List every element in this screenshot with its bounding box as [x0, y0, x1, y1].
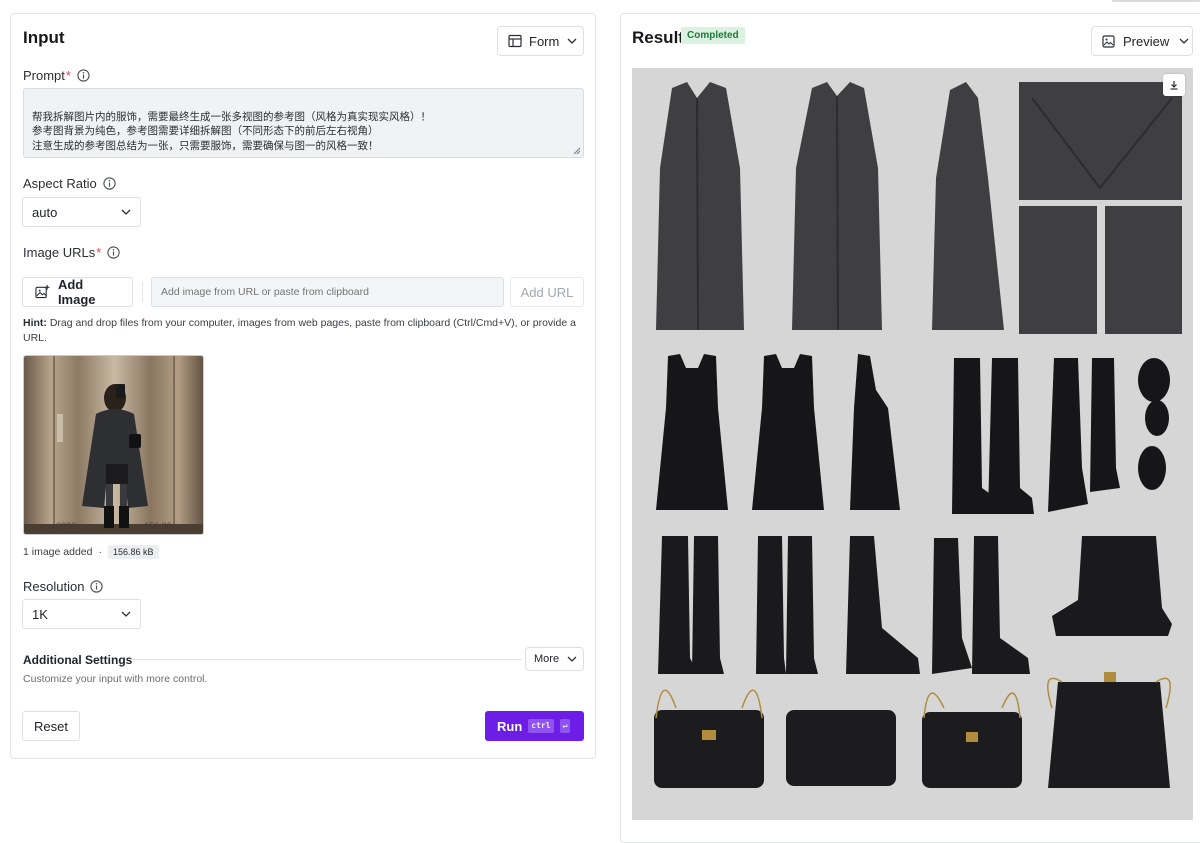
image-hint: Hint: Drag and drop files from your comp… [23, 316, 589, 346]
thumbnail-dimensions: ...x2880 [44, 521, 77, 531]
image-urls-label-row: Image URLs * [23, 245, 120, 260]
additional-settings-title: Additional Settings [23, 653, 133, 667]
reset-label: Reset [34, 718, 68, 734]
prompt-label-row: Prompt * [23, 68, 90, 83]
result-title: Result [632, 28, 684, 47]
image-urls-label: Image URLs [23, 245, 96, 260]
run-button[interactable]: Run ctrl ↵ [485, 711, 584, 741]
separator-dot: · [98, 546, 102, 558]
more-label: More [534, 653, 560, 665]
enter-key-icon: ↵ [559, 719, 571, 733]
status-badge: Completed [681, 27, 745, 44]
info-icon[interactable] [77, 69, 90, 82]
prompt-textarea[interactable]: 帮我拆解图片内的服饰，需要最终生成一张多视图的参考图（风格为真实现实风格）！ 参… [23, 88, 584, 158]
download-button[interactable] [1163, 74, 1185, 96]
aspect-ratio-value: auto [32, 204, 58, 220]
prompt-label: Prompt [23, 68, 65, 83]
add-url-label: Add URL [520, 284, 574, 300]
images-added-count: 1 image added [23, 546, 93, 558]
hint-label: Hint: [23, 317, 47, 329]
resolution-value: 1K [32, 606, 48, 622]
aspect-ratio-label-row: Aspect Ratio [23, 176, 116, 191]
info-icon[interactable] [103, 177, 116, 190]
more-settings-button[interactable]: More [525, 647, 584, 671]
divider [142, 282, 143, 302]
run-label: Run [497, 718, 523, 734]
reset-button[interactable]: Reset [22, 711, 80, 741]
preview-view-label: Preview [1123, 33, 1170, 49]
image-preview-icon [1102, 34, 1115, 48]
divider [129, 659, 522, 660]
add-image-label: Add Image [57, 277, 96, 307]
info-icon[interactable] [90, 580, 104, 593]
aspect-ratio-label: Aspect Ratio [23, 176, 97, 191]
download-icon [1170, 81, 1178, 90]
resolution-select[interactable]: 1K [22, 599, 141, 629]
chevron-down-icon [121, 209, 131, 215]
prompt-text: 帮我拆解图片内的服饰，需要最终生成一张多视图的参考图（风格为真实现实风格）！ 参… [32, 110, 431, 152]
form-view-label: Form [529, 33, 560, 49]
additional-settings-subtitle: Customize your input with more control. [23, 673, 208, 685]
aspect-ratio-select[interactable]: auto [22, 197, 141, 227]
chevron-down-icon [567, 38, 577, 44]
chevron-down-icon [1179, 38, 1189, 44]
total-size-badge: 156.86 kB [107, 545, 159, 559]
input-panel: Input Form Prompt * 帮我拆解图片内的服饰，需要最终生成一张多视… [10, 13, 596, 759]
image-add-icon [35, 284, 50, 299]
result-image-preview[interactable] [632, 68, 1193, 820]
image-url-input[interactable] [151, 277, 504, 307]
hint-text: Drag and drop files from your computer, … [23, 317, 576, 344]
add-url-button[interactable]: Add URL [510, 277, 584, 307]
add-image-button[interactable]: Add Image [22, 277, 133, 307]
required-mark: * [65, 68, 71, 83]
resolution-label: Resolution [23, 579, 85, 594]
generated-reference-sheet-image [632, 68, 1193, 820]
thumbnail-size: 156.86 [144, 521, 172, 531]
uploaded-image-thumbnail[interactable]: ...x2880 156.86 [23, 355, 204, 535]
chevron-down-icon [121, 611, 131, 617]
top-scrollbar[interactable] [1112, 0, 1200, 2]
chevron-down-icon [567, 656, 577, 662]
ctrl-key-hint: ctrl [528, 719, 554, 733]
elevator-photo-image [24, 356, 203, 534]
info-icon[interactable] [107, 246, 120, 259]
form-icon [508, 34, 522, 48]
form-view-dropdown[interactable]: Form [497, 26, 584, 56]
required-mark: * [96, 245, 102, 260]
preview-view-dropdown[interactable]: Preview [1091, 26, 1193, 56]
result-panel: Result Completed Preview [620, 13, 1200, 843]
images-added-summary: 1 image added · 156.86 kB [23, 545, 159, 559]
input-title: Input [23, 28, 65, 47]
resolution-label-row: Resolution [23, 579, 104, 594]
resize-handle-icon[interactable] [573, 147, 581, 155]
